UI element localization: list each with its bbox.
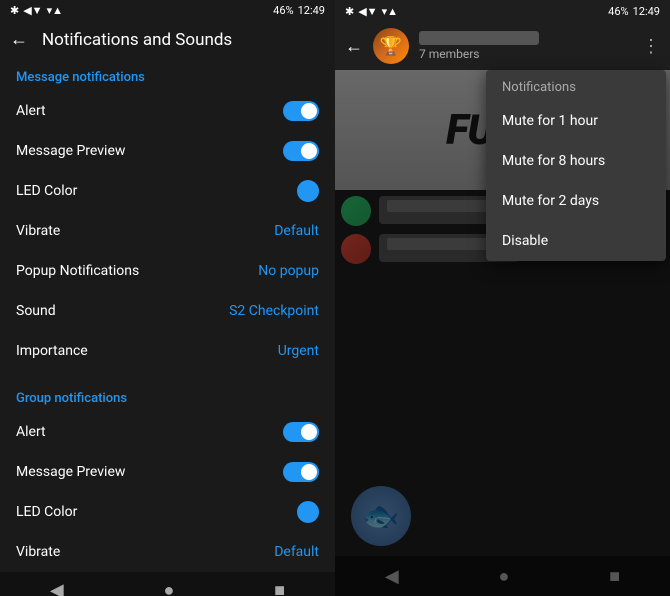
right-wifi-icon: ▾▲	[382, 5, 398, 18]
left-home-nav[interactable]: ●	[164, 580, 175, 596]
grp-preview-label: Message Preview	[16, 464, 125, 480]
signal-icon: ◀▼	[23, 4, 42, 17]
right-time: 12:49	[633, 5, 660, 18]
group-info: 7 members	[419, 31, 632, 61]
msg-popup-row[interactable]: Popup Notifications No popup	[0, 251, 335, 291]
bluetooth-icon: ✱	[10, 4, 19, 17]
right-status-icons: ✱ ◀▼ ▾▲	[345, 5, 398, 18]
group-notifications-label: Group notifications	[0, 379, 335, 412]
msg-led-dot[interactable]	[297, 180, 319, 202]
group-avatar: 🏆	[373, 28, 409, 64]
mute-1hour-item[interactable]: Mute for 1 hour	[486, 101, 666, 141]
msg-sound-row[interactable]: Sound S2 Checkpoint	[0, 291, 335, 331]
msg-importance-label: Importance	[16, 343, 88, 359]
msg-importance-value: Urgent	[278, 343, 319, 359]
right-battery: 46%	[608, 5, 628, 18]
msg-vibrate-row[interactable]: Vibrate Default	[0, 211, 335, 251]
group-members: 7 members	[419, 47, 632, 61]
right-status-bar: ✱ ◀▼ ▾▲ 46% 12:49	[335, 0, 670, 22]
left-recent-nav[interactable]: ■	[274, 580, 285, 596]
msg-alert-label: Alert	[16, 103, 46, 119]
right-panel: ✱ ◀▼ ▾▲ 46% 12:49 ← 🏆 7 members ⋮ FUEL1	[335, 0, 670, 596]
msg-vibrate-label: Vibrate	[16, 223, 60, 239]
grp-vibrate-label: Vibrate	[16, 544, 60, 560]
mute-8hours-item[interactable]: Mute for 8 hours	[486, 141, 666, 181]
msg-led-label: LED Color	[16, 183, 77, 199]
left-panel: ✱ ◀▼ ▾▲ 46% 12:49 ← Notifications and So…	[0, 0, 335, 596]
left-status-icons: ✱ ◀▼ ▾▲	[10, 4, 63, 17]
left-time: 12:49	[298, 4, 325, 17]
grp-alert-toggle[interactable]	[283, 422, 319, 442]
msg-sound-value: S2 Checkpoint	[229, 303, 319, 319]
msg-preview-toggle[interactable]	[283, 141, 319, 161]
right-header: ← 🏆 7 members ⋮	[335, 22, 670, 70]
msg-alert-toggle[interactable]	[283, 101, 319, 121]
wifi-icon: ▾▲	[47, 4, 63, 17]
grp-alert-row[interactable]: Alert	[0, 412, 335, 452]
msg-preview-label: Message Preview	[16, 143, 125, 159]
grp-vibrate-row[interactable]: Vibrate Default	[0, 532, 335, 572]
right-bluetooth-icon: ✱	[345, 5, 354, 18]
grp-preview-toggle[interactable]	[283, 462, 319, 482]
left-status-right: 46% 12:49	[273, 4, 325, 17]
page-title: Notifications and Sounds	[42, 30, 232, 50]
msg-importance-row[interactable]: Importance Urgent	[0, 331, 335, 371]
grp-alert-label: Alert	[16, 424, 46, 440]
group-name	[419, 31, 539, 45]
right-signal-icon: ◀▼	[358, 5, 377, 18]
dropdown-header: Notifications	[486, 70, 666, 101]
right-status-right: 46% 12:49	[608, 5, 660, 18]
msg-led-row[interactable]: LED Color	[0, 171, 335, 211]
right-back-button[interactable]: ←	[345, 36, 363, 57]
msg-preview-row[interactable]: Message Preview	[0, 131, 335, 171]
grp-led-dot[interactable]	[297, 501, 319, 523]
left-nav-bar: ◀ ● ■	[0, 572, 335, 596]
left-status-bar: ✱ ◀▼ ▾▲ 46% 12:49	[0, 0, 335, 21]
grp-led-row[interactable]: LED Color	[0, 492, 335, 532]
left-back-nav[interactable]: ◀	[50, 580, 64, 596]
mute-2days-item[interactable]: Mute for 2 days	[486, 181, 666, 221]
left-header: ← Notifications and Sounds	[0, 21, 335, 58]
back-button[interactable]: ←	[10, 29, 28, 50]
left-battery: 46%	[273, 4, 293, 17]
msg-alert-row[interactable]: Alert	[0, 91, 335, 131]
msg-sound-label: Sound	[16, 303, 56, 319]
more-options-icon[interactable]: ⋮	[642, 36, 660, 57]
msg-vibrate-value: Default	[274, 223, 319, 239]
disable-item[interactable]: Disable	[486, 221, 666, 261]
message-notifications-label: Message notifications	[0, 58, 335, 91]
msg-popup-label: Popup Notifications	[16, 263, 139, 279]
notifications-dropdown: Notifications Mute for 1 hour Mute for 8…	[486, 70, 666, 261]
grp-led-label: LED Color	[16, 504, 77, 520]
msg-popup-value: No popup	[258, 263, 319, 279]
grp-vibrate-value: Default	[274, 544, 319, 560]
grp-preview-row[interactable]: Message Preview	[0, 452, 335, 492]
